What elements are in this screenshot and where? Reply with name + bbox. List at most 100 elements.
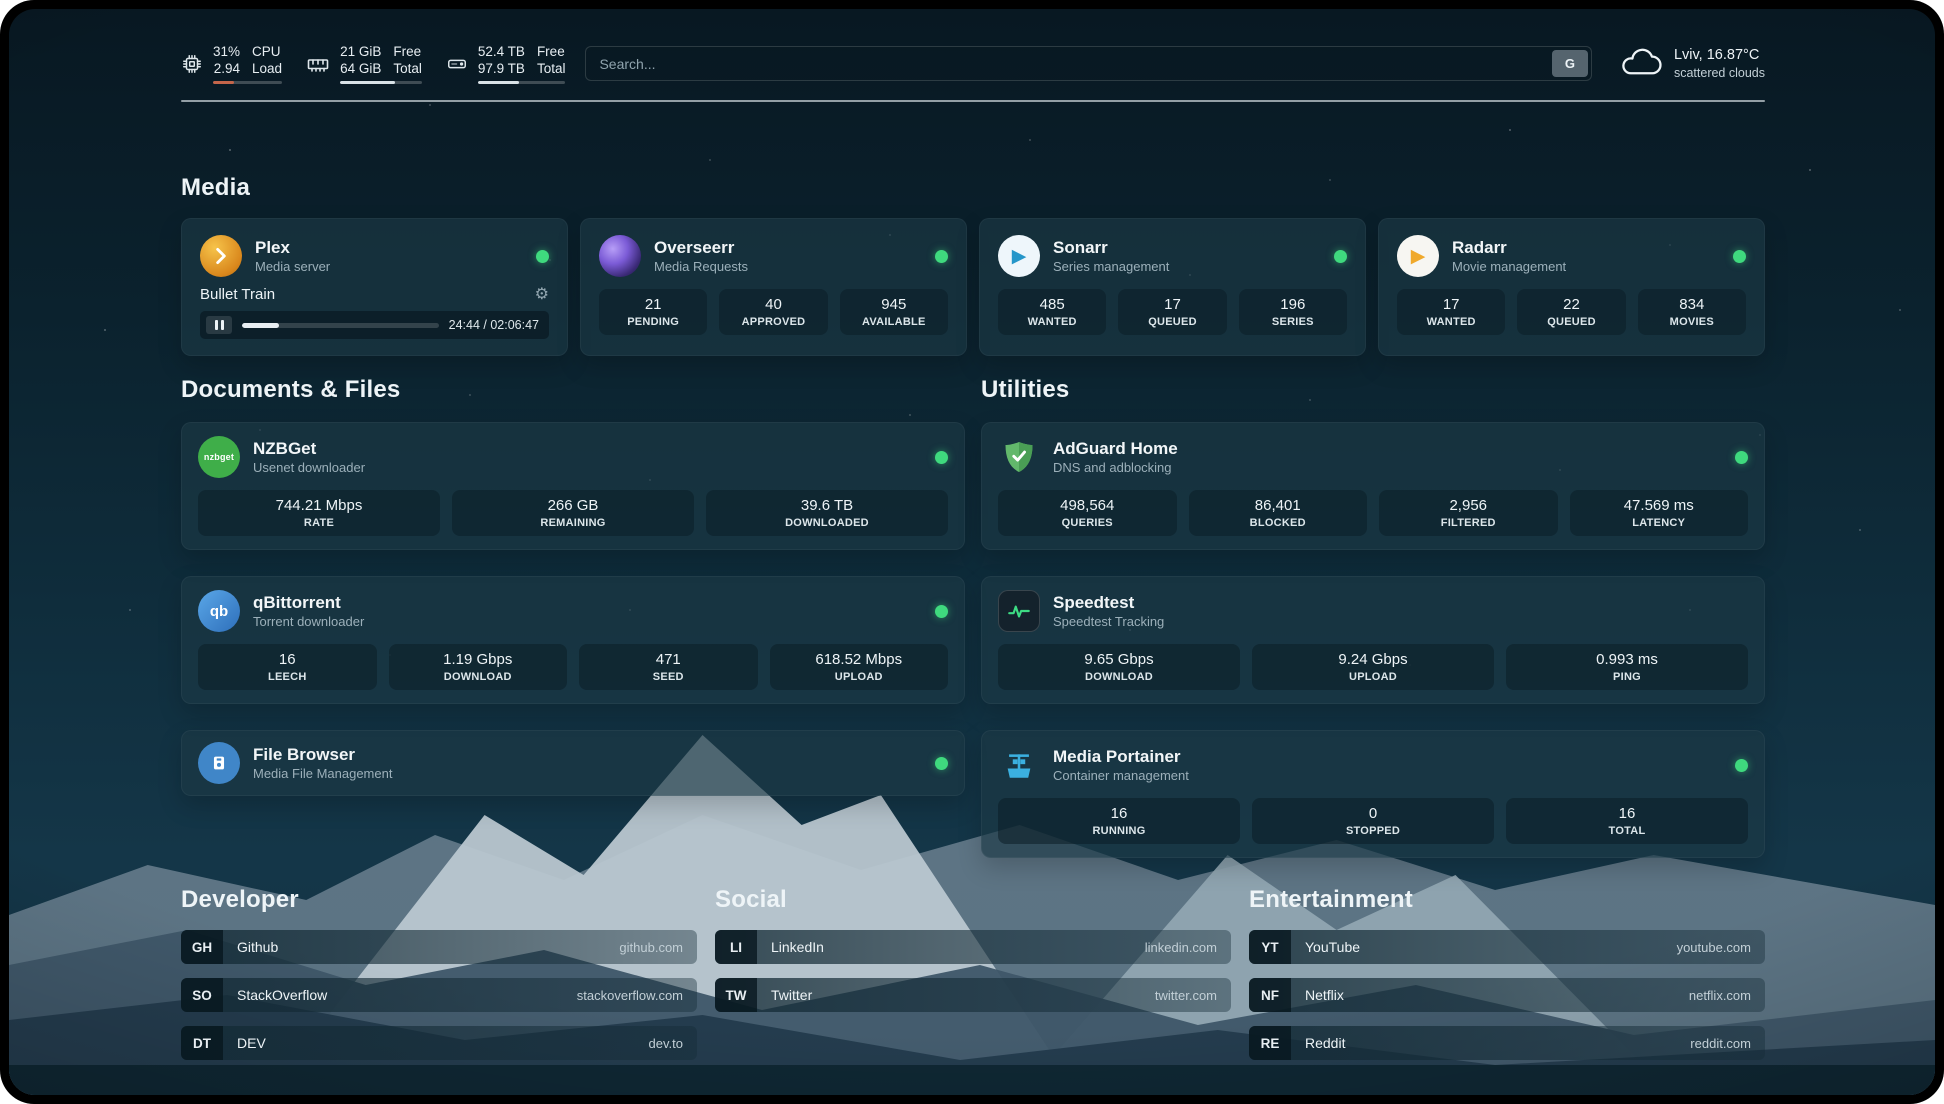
status-dot bbox=[1334, 250, 1347, 263]
stat-label: UPLOAD bbox=[1256, 671, 1490, 683]
bookmark-github[interactable]: GHGithubgithub.com bbox=[181, 930, 697, 964]
bookmark-netflix[interactable]: NFNetflixnetflix.com bbox=[1249, 978, 1765, 1012]
card-speedtest[interactable]: Speedtest Speedtest Tracking 9.65 GbpsDO… bbox=[981, 576, 1765, 704]
disk-usage-bar bbox=[478, 81, 566, 84]
card-adguard[interactable]: AdGuard Home DNS and adblocking 498,564Q… bbox=[981, 422, 1765, 550]
card-nzbget[interactable]: nzbget NZBGet Usenet downloader 744.21 M… bbox=[181, 422, 965, 550]
bookmark-reddit[interactable]: RERedditreddit.com bbox=[1249, 1026, 1765, 1060]
card-plex[interactable]: Plex Media server Bullet Train ⚙ bbox=[181, 218, 568, 356]
card-subtitle: Container management bbox=[1053, 767, 1189, 784]
bookmark-youtube[interactable]: YTYouTubeyoutube.com bbox=[1249, 930, 1765, 964]
pause-button[interactable] bbox=[206, 316, 232, 334]
card-title: AdGuard Home bbox=[1053, 438, 1178, 459]
stat-label: TOTAL bbox=[1510, 825, 1744, 837]
stat-series: 196SERIES bbox=[1239, 289, 1347, 335]
cpu-usage-bar bbox=[213, 81, 282, 84]
stat-label: DOWNLOADED bbox=[710, 517, 944, 529]
bookmark-group-entertainment: Entertainment YTYouTubeyoutube.comNFNetf… bbox=[1249, 886, 1765, 1074]
card-subtitle: Usenet downloader bbox=[253, 459, 365, 476]
status-dot bbox=[1735, 451, 1748, 464]
stat-running: 16RUNNING bbox=[998, 798, 1240, 844]
stat-label: DOWNLOAD bbox=[1002, 671, 1236, 683]
bookmark-abbr: SO bbox=[181, 978, 223, 1012]
stat-value: 16 bbox=[202, 650, 373, 669]
gear-icon[interactable]: ⚙ bbox=[535, 287, 549, 303]
section-title-social: Social bbox=[715, 886, 1231, 914]
search-bar: G bbox=[585, 46, 1592, 81]
card-subtitle: Media Requests bbox=[654, 258, 748, 275]
stat-label: LEECH bbox=[202, 671, 373, 683]
nzbget-icon-text: nzbget bbox=[204, 452, 234, 462]
stat-stopped: 0STOPPED bbox=[1252, 798, 1494, 844]
bookmark-stackoverflow[interactable]: SOStackOverflowstackoverflow.com bbox=[181, 978, 697, 1012]
stat-value: 9.65 Gbps bbox=[1002, 650, 1236, 669]
bookmark-group-social: Social LILinkedInlinkedin.com TWTwittertw… bbox=[715, 886, 1231, 1074]
stat-value: 498,564 bbox=[1002, 496, 1173, 515]
card-title: NZBGet bbox=[253, 438, 365, 459]
window-frame: 31% 2.94 CPU Load bbox=[0, 0, 1944, 1104]
cpu-label: CPU bbox=[252, 43, 282, 60]
stat-value: 945 bbox=[844, 295, 944, 314]
stat-download: 1.19 GbpsDOWNLOAD bbox=[389, 644, 568, 690]
status-dot bbox=[935, 250, 948, 263]
overseerr-icon bbox=[599, 235, 641, 277]
stat-label: BLOCKED bbox=[1193, 517, 1364, 529]
radarr-stats: 17WANTED22QUEUED834MOVIES bbox=[1397, 289, 1746, 335]
bookmark-url: reddit.com bbox=[1690, 1036, 1765, 1051]
card-qbittorrent[interactable]: qb qBittorrent Torrent downloader 16LEEC… bbox=[181, 576, 965, 704]
status-dot bbox=[1733, 250, 1746, 263]
stat-value: 17 bbox=[1401, 295, 1501, 314]
bookmark-name: Github bbox=[223, 939, 278, 955]
stat-label: PING bbox=[1510, 671, 1744, 683]
card-overseerr[interactable]: Overseerr Media Requests 21PENDING40APPR… bbox=[580, 218, 967, 356]
bookmark-url: stackoverflow.com bbox=[577, 988, 697, 1003]
card-portainer[interactable]: Media Portainer Container management 16R… bbox=[981, 730, 1765, 858]
section-media: Plex Media server Bullet Train ⚙ bbox=[181, 218, 1765, 356]
bookmark-dev[interactable]: DTDEVdev.to bbox=[181, 1026, 697, 1060]
bookmark-abbr: DT bbox=[181, 1026, 223, 1060]
bookmark-url: twitter.com bbox=[1155, 988, 1231, 1003]
cpu-usage-bar-fill bbox=[213, 81, 234, 84]
bookmark-list-entertainment: YTYouTubeyoutube.com NFNetflixnetflix.com… bbox=[1249, 930, 1765, 1060]
card-radarr[interactable]: ▶ Radarr Movie management 17WANTED22QUEU… bbox=[1378, 218, 1765, 356]
stat-value: 86,401 bbox=[1193, 496, 1364, 515]
stat-approved: 40APPROVED bbox=[719, 289, 827, 335]
stat-label: LATENCY bbox=[1574, 517, 1745, 529]
memory-usage-bar-fill bbox=[340, 81, 395, 84]
bookmark-twitter[interactable]: TWTwittertwitter.com bbox=[715, 978, 1231, 1012]
cpu-icon bbox=[181, 53, 203, 75]
section-title-utilities: Utilities bbox=[981, 376, 1765, 404]
bookmark-group-developer: Developer GHGithubgithub.comSOStackOverf… bbox=[181, 886, 697, 1074]
portainer-icon bbox=[998, 744, 1040, 786]
card-subtitle: Media File Management bbox=[253, 765, 392, 782]
speedtest-icon bbox=[998, 590, 1040, 632]
dashboard-content: 31% 2.94 CPU Load bbox=[9, 9, 1935, 1074]
bookmark-url: linkedin.com bbox=[1145, 940, 1231, 955]
card-filebrowser[interactable]: File Browser Media File Management bbox=[181, 730, 965, 796]
stat-value: 9.24 Gbps bbox=[1256, 650, 1490, 669]
stat-label: MOVIES bbox=[1642, 316, 1742, 328]
portainer-stats: 16RUNNING0STOPPED16TOTAL bbox=[998, 798, 1748, 844]
card-sonarr[interactable]: ▶ Sonarr Series management 485WANTED17QU… bbox=[979, 218, 1366, 356]
disk-icon bbox=[446, 53, 468, 75]
bookmark-abbr: LI bbox=[715, 930, 757, 964]
qbittorrent-icon: qb bbox=[198, 590, 240, 632]
stat-label: WANTED bbox=[1401, 316, 1501, 328]
stat-latency: 47.569 msLATENCY bbox=[1570, 490, 1749, 536]
card-subtitle: Speedtest Tracking bbox=[1053, 613, 1164, 630]
stat-value: 266 GB bbox=[456, 496, 690, 515]
stat-value: 196 bbox=[1243, 295, 1343, 314]
search-input[interactable] bbox=[585, 46, 1592, 81]
card-title: Radarr bbox=[1452, 237, 1566, 258]
bookmark-url: youtube.com bbox=[1677, 940, 1765, 955]
stat-leech: 16 LEECH bbox=[198, 644, 377, 690]
bookmark-linkedin[interactable]: LILinkedInlinkedin.com bbox=[715, 930, 1231, 964]
disk-free-value: 52.4 TB bbox=[478, 43, 525, 60]
stat-queued: 22QUEUED bbox=[1517, 289, 1625, 335]
search-provider-button[interactable]: G bbox=[1552, 50, 1588, 77]
stat-queries: 498,564QUERIES bbox=[998, 490, 1177, 536]
stat-label: DOWNLOAD bbox=[393, 671, 564, 683]
stat-wanted: 485WANTED bbox=[998, 289, 1106, 335]
playback-progress-track bbox=[242, 323, 439, 328]
status-dot bbox=[935, 451, 948, 464]
